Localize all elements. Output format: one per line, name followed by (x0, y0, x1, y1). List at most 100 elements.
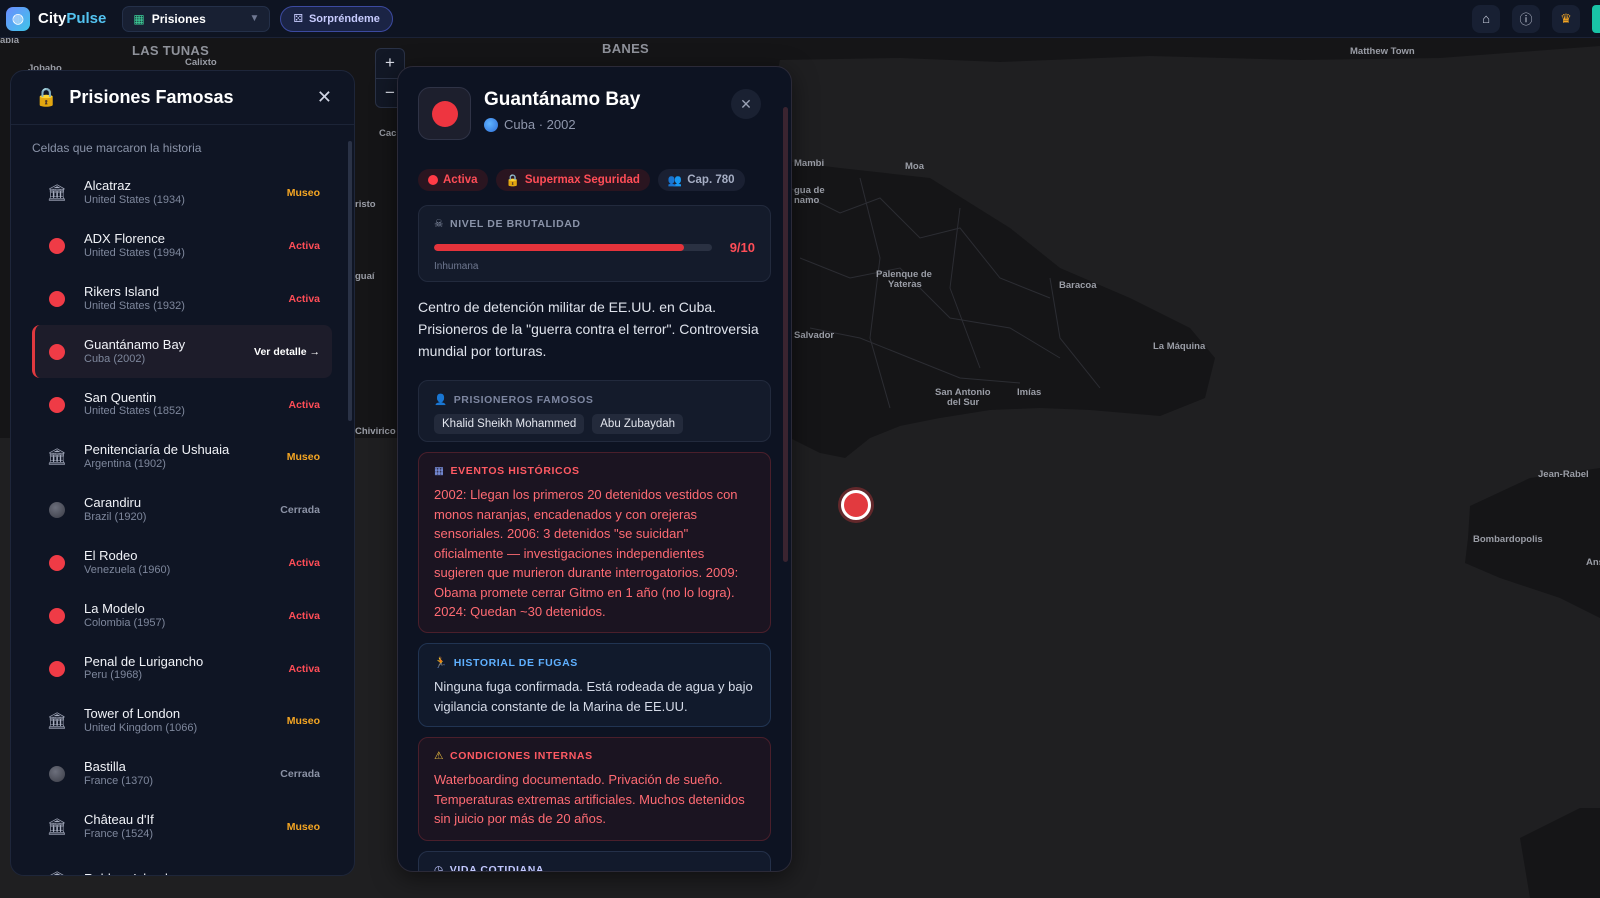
prison-list-item[interactable]: 🏛 Penitenciaría de Ushuaia Argentina (1902… (32, 431, 332, 484)
brutality-bar-fill (434, 244, 685, 251)
side-toggle-button[interactable] (1592, 4, 1600, 33)
app-logo[interactable]: ◍ CityPulse (6, 6, 106, 31)
prison-list-item[interactable]: 🏛 Robben Island Museo (32, 853, 332, 875)
grid-icon: ▦ (133, 11, 145, 26)
prison-meta: France (1524) (84, 827, 154, 840)
prisons-list-panel: 🔒 Prisiones Famosas ✕ Celdas que marcaro… (10, 70, 355, 876)
category-select-value: Prisiones (151, 11, 206, 26)
surprise-button-label: Sorpréndeme (308, 12, 380, 25)
detail-scrollbar[interactable] (783, 107, 788, 562)
status-label: Activa (288, 662, 320, 675)
lock-icon: 🔒 (35, 87, 58, 107)
brutality-label: NIVEL DE BRUTALIDAD (450, 218, 581, 230)
map-label: BANES (602, 41, 650, 56)
prison-list-item[interactable]: Penal de Lurigancho Peru (1968) Activa (32, 642, 332, 695)
prison-list-item[interactable]: El Rodeo Venezuela (1960) Activa (32, 537, 332, 590)
map-label: Calixto (185, 57, 217, 68)
map-label: La Máquina (1153, 341, 1206, 352)
top-bar: ◍ CityPulse ▦ Prisiones ▼ ⚄ Sorpréndeme … (0, 0, 1600, 38)
prison-meta: United States (1994) (84, 247, 185, 260)
map-label: Salvador (794, 330, 835, 341)
internal-conditions-card: ⚠ CONDICIONES INTERNAS Waterboarding docu… (418, 737, 771, 841)
close-panel-button[interactable]: ✕ (317, 87, 332, 108)
home-icon: ⌂ (1482, 11, 1490, 26)
close-detail-button[interactable]: ✕ (731, 89, 761, 119)
prison-list-item[interactable]: Guantánamo Bay Cuba (2002) Ver detalle → (32, 325, 332, 379)
map-label: Moa (905, 161, 924, 172)
trophy-button[interactable]: ♛ (1552, 4, 1580, 33)
red-dot-icon (431, 100, 458, 127)
prison-marker[interactable] (841, 490, 871, 520)
escape-history-card: 🏃 HISTORIAL DE FUGAS Ninguna fuga confirm… (418, 643, 771, 727)
prison-list-item[interactable]: 🏛 Tower of London United Kingdom (1066) Mus… (32, 695, 332, 748)
museum-icon: 🏛 (47, 871, 67, 875)
prison-list-item[interactable]: 🏛 Château d'If France (1524) Museo (32, 801, 332, 854)
category-select[interactable]: ▦ Prisiones ▼ (122, 5, 271, 32)
museum-icon: 🏛 (46, 185, 68, 203)
map-label: Yateras (888, 279, 922, 290)
detail-title: Guantánamo Bay (484, 89, 641, 110)
surprise-button[interactable]: ⚄ Sorpréndeme (280, 5, 393, 32)
prison-list-item[interactable]: Carandiru Brazil (1920) Cerrada (32, 484, 332, 537)
map-label: Jean-Rabel (1538, 469, 1589, 480)
prison-name: Penitenciaría de Ushuaia (84, 442, 230, 458)
map-label: Mambi (794, 158, 825, 169)
prison-list-item[interactable]: San Quentin United States (1852) Activa (32, 378, 332, 431)
museum-icon: 🏛 (46, 449, 68, 467)
events-label: EVENTOS HISTÓRICOS (450, 465, 580, 477)
map-label: Matthew Town (1350, 46, 1415, 57)
clock-icon: ◷ (434, 864, 444, 872)
prison-list: 🏛 Alcatraz United States (1934) Museo ADX Fl… (11, 167, 354, 875)
prison-name: Penal de Lurigancho (84, 653, 204, 669)
conditions-text: Waterboarding documentado. Privación de … (434, 772, 745, 826)
status-label: Museo (287, 874, 332, 875)
prison-name: Rikers Island (84, 283, 160, 299)
brutality-value: 9/10 (729, 240, 755, 255)
map-label: namo (794, 195, 820, 206)
escape-text: Ninguna fuga confirmada. Está rodeada de… (434, 679, 753, 714)
prison-meta: Cuba (2002) (84, 352, 146, 365)
info-button[interactable]: ⓘ (1512, 4, 1540, 33)
status-label: Museo (286, 820, 320, 833)
list-scrollbar[interactable] (348, 141, 352, 421)
detail-subtitle-text: Cuba · 2002 (504, 117, 576, 132)
prison-list-item[interactable]: ADX Florence United States (1994) Activa (32, 220, 332, 273)
status-label: Museo (286, 187, 320, 200)
prison-list-item[interactable]: 🏛 Alcatraz United States (1934) Museo (32, 167, 332, 220)
prison-name: La Modelo (84, 600, 145, 616)
brutality-caption: Inhumana (434, 261, 479, 272)
prisoner-chip[interactable]: Khalid Sheikh Mohammed (434, 414, 585, 434)
brutality-bar (434, 244, 712, 251)
status-badge: Activa (418, 169, 488, 191)
trophy-icon: ♛ (1560, 10, 1572, 26)
prison-meta: United States (1934) (84, 194, 185, 207)
map-label: Cac (379, 128, 397, 139)
status-label: Cerrada (280, 504, 320, 517)
prison-list-item[interactable]: La Modelo Colombia (1957) Activa (32, 589, 332, 642)
lock-icon: 🔒 (505, 175, 520, 187)
map-label: Chivirico (355, 426, 396, 437)
museum-icon: 🏛 (46, 818, 68, 836)
security-badge: 🔒 Supermax Seguridad (495, 169, 650, 191)
prison-name: ADX Florence (84, 231, 165, 247)
running-icon: 🏃 (434, 657, 448, 669)
people-icon: 👥 (667, 175, 683, 187)
daily-life-card[interactable]: ◷ VIDA COTIDIANA (418, 851, 771, 872)
panel-subtitle: Celdas que marcaron la historia (32, 141, 202, 155)
view-detail-link[interactable]: Ver detalle → (254, 346, 332, 358)
prison-list-item[interactable]: Rikers Island United States (1932) Activa (32, 273, 332, 326)
prison-meta: Peru (1968) (84, 669, 143, 682)
map-label: guaí (355, 271, 375, 282)
calendar-icon: ▦ (434, 465, 445, 477)
closed-status-icon (48, 765, 66, 783)
dice-icon: ⚄ (293, 13, 303, 25)
info-icon: ⓘ (1519, 12, 1533, 27)
prison-name: San Quentin (84, 389, 157, 405)
skull-icon: ☠ (434, 218, 445, 230)
active-status-icon (48, 290, 66, 308)
prison-list-item[interactable]: Bastilla France (1370) Cerrada (32, 748, 332, 801)
detail-description: Centro de detención militar de EE.UU. en… (418, 299, 759, 359)
prisoner-chip[interactable]: Abu Zubaydah (592, 414, 684, 434)
home-button[interactable]: ⌂ (1472, 4, 1500, 33)
brutality-card: ☠ NIVEL DE BRUTALIDAD 9/10 Inhumana (418, 205, 771, 282)
